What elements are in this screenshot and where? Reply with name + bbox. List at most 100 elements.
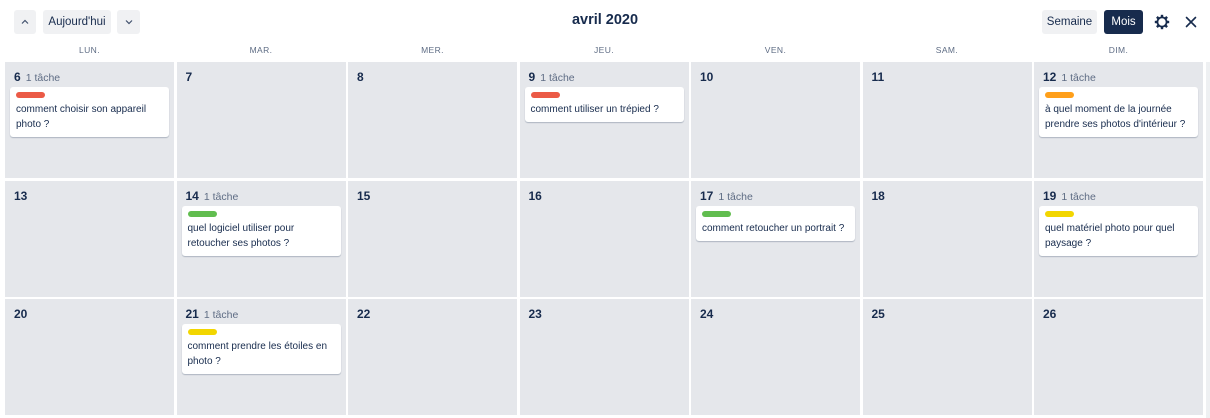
day-cell[interactable]: 10 bbox=[691, 62, 860, 178]
task-card[interactable]: comment retoucher un portrait ? bbox=[696, 205, 855, 241]
settings-button[interactable] bbox=[1151, 11, 1173, 33]
day-cell-header: 19 1 tâche bbox=[1043, 189, 1096, 203]
day-cell[interactable]: 26 bbox=[1034, 299, 1203, 415]
day-cell[interactable]: 25 bbox=[862, 299, 1032, 415]
card-label bbox=[530, 92, 560, 98]
day-number: 12 bbox=[1043, 70, 1057, 84]
card-title: quel logiciel utiliser pour retoucher se… bbox=[187, 222, 295, 249]
day-cell-header: 10 bbox=[700, 70, 713, 84]
task-card[interactable]: quel logiciel utiliser pour retoucher se… bbox=[181, 205, 341, 256]
day-cell-header: 22 bbox=[357, 307, 370, 321]
task-count: 1 tâche bbox=[718, 190, 753, 203]
day-cell[interactable]: 15 bbox=[348, 180, 517, 297]
weekday-header: VEN. bbox=[764, 45, 787, 55]
scrollbar-track[interactable] bbox=[1206, 62, 1210, 418]
day-number: 22 bbox=[357, 307, 371, 321]
day-cell-header: 21 1 tâche bbox=[186, 307, 239, 321]
day-cell[interactable]: 9 1 tâche comment utiliser un trépied ? bbox=[519, 62, 689, 178]
week-view-button[interactable]: Semaine bbox=[1042, 10, 1097, 34]
day-cell[interactable]: 17 1 tâche comment retoucher un portrait ? bbox=[691, 180, 860, 297]
day-number: 23 bbox=[528, 307, 542, 321]
task-card[interactable]: comment prendre les étoiles en photo ? bbox=[181, 324, 341, 374]
calendar-toolbar: Aujourd'hui avril 2020 Semaine Mois bbox=[0, 0, 1210, 44]
day-cell[interactable]: 24 bbox=[691, 299, 860, 415]
day-cell-header: 7 bbox=[186, 70, 193, 84]
day-cell[interactable]: 16 bbox=[519, 180, 689, 297]
day-number: 13 bbox=[14, 188, 28, 203]
day-cell[interactable]: 8 bbox=[348, 62, 517, 178]
day-cell-header: 16 bbox=[529, 189, 542, 203]
weekday-header: JEU. bbox=[593, 45, 615, 55]
day-cell[interactable]: 13 bbox=[5, 180, 174, 297]
weekday-header: LUN. bbox=[79, 45, 100, 55]
weekday-header-row: LUN. MAR. MER. JEU. VEN. SAM. DIM. bbox=[0, 44, 1210, 62]
day-cell[interactable]: 7 bbox=[176, 62, 346, 178]
close-icon bbox=[1185, 16, 1197, 28]
day-number: 8 bbox=[357, 70, 364, 84]
day-cell-header: 15 bbox=[357, 189, 370, 203]
task-count: 1 tâche bbox=[540, 72, 575, 84]
day-cell-header: 8 bbox=[357, 70, 364, 84]
task-card[interactable]: comment utiliser un trépied ? bbox=[524, 87, 684, 122]
day-cell-header: 13 bbox=[14, 189, 27, 203]
day-number: 26 bbox=[1043, 307, 1057, 321]
day-number: 19 bbox=[1043, 188, 1057, 203]
close-button[interactable] bbox=[1180, 11, 1202, 33]
calendar-title: avril 2020 bbox=[571, 12, 639, 28]
day-number: 6 bbox=[14, 70, 21, 84]
card-title: comment prendre les étoiles en photo ? bbox=[187, 341, 328, 367]
day-cell[interactable]: 20 bbox=[5, 299, 174, 415]
day-cell[interactable]: 14 1 tâche quel logiciel utiliser pour ret… bbox=[176, 180, 346, 297]
day-cell-header: 26 bbox=[1043, 307, 1056, 321]
day-cell[interactable]: 21 1 tâche comment prendre les étoiles en … bbox=[176, 299, 346, 415]
weekday-header: MAR. bbox=[249, 45, 273, 55]
card-label bbox=[1045, 92, 1074, 98]
day-number: 7 bbox=[185, 70, 193, 84]
day-cell[interactable]: 6 1 tâche comment choisir son appareil pho… bbox=[5, 62, 174, 178]
card-label bbox=[187, 210, 217, 217]
day-cell[interactable]: 19 1 tâche quel matériel photo pour quel p… bbox=[1034, 180, 1203, 297]
day-cell-header: 18 bbox=[872, 189, 885, 203]
month-view-button[interactable]: Mois bbox=[1104, 10, 1143, 34]
card-title: à quel moment de la journée prendre ses … bbox=[1045, 104, 1186, 130]
card-title: comment retoucher un portrait ? bbox=[702, 222, 845, 234]
day-number: 15 bbox=[357, 188, 371, 203]
card-label bbox=[16, 92, 45, 98]
day-number: 24 bbox=[700, 307, 714, 321]
day-cell-header: 25 bbox=[872, 307, 885, 321]
day-cell[interactable]: 22 bbox=[348, 299, 517, 415]
day-cell-header: 17 1 tâche bbox=[700, 189, 753, 203]
day-cell-header: 20 bbox=[14, 307, 27, 321]
day-cell[interactable]: 23 bbox=[519, 299, 689, 415]
day-number: 11 bbox=[871, 70, 885, 84]
card-label bbox=[702, 210, 731, 217]
card-label bbox=[1045, 210, 1074, 217]
task-count: 1 tâche bbox=[1061, 72, 1096, 84]
day-number: 16 bbox=[528, 188, 542, 203]
day-number: 20 bbox=[14, 307, 28, 321]
card-title: quel matériel photo pour quel paysage ? bbox=[1045, 222, 1175, 249]
day-number: 17 bbox=[700, 188, 714, 203]
day-cell-header: 6 1 tâche bbox=[14, 70, 60, 84]
task-count: 1 tâche bbox=[25, 72, 61, 84]
day-number: 25 bbox=[871, 307, 885, 321]
day-cell[interactable]: 11 bbox=[862, 62, 1032, 178]
day-cell[interactable]: 12 1 tâche à quel moment de la journée pre… bbox=[1034, 62, 1203, 178]
task-count: 1 tâche bbox=[203, 309, 239, 321]
day-cell-header: 9 1 tâche bbox=[529, 70, 575, 84]
task-card[interactable]: à quel moment de la journée prendre ses … bbox=[1039, 87, 1198, 137]
day-number: 14 bbox=[185, 188, 199, 203]
day-cell-header: 12 1 tâche bbox=[1043, 70, 1096, 84]
day-number: 10 bbox=[700, 70, 714, 84]
card-title: comment utiliser un trépied ? bbox=[530, 104, 659, 115]
card-label bbox=[187, 329, 217, 335]
task-card[interactable]: quel matériel photo pour quel paysage ? bbox=[1039, 205, 1198, 256]
day-number: 21 bbox=[185, 307, 199, 321]
task-count: 1 tâche bbox=[1061, 190, 1096, 203]
day-number: 9 bbox=[528, 70, 536, 84]
task-card[interactable]: comment choisir son appareil photo ? bbox=[10, 87, 169, 137]
gear-icon bbox=[1154, 14, 1170, 30]
day-cell[interactable]: 18 bbox=[862, 180, 1032, 297]
task-count: 1 tâche bbox=[203, 190, 239, 203]
day-cell-header: 24 bbox=[700, 307, 713, 321]
